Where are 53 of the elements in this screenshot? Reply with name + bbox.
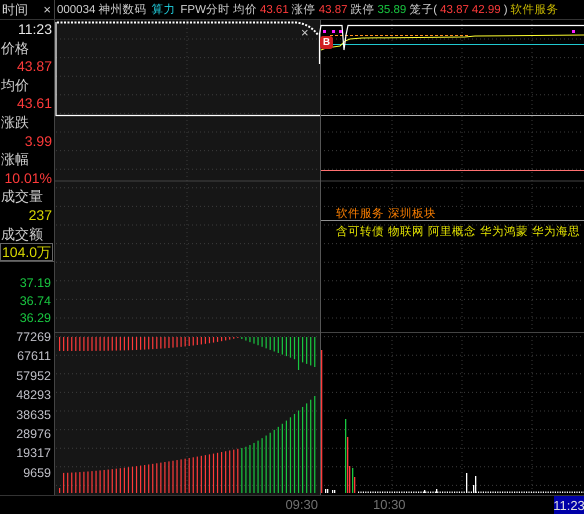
stock-code: 000034 [57,4,96,16]
cage-value: 43.87 [440,4,469,16]
time-label: 10:30 [373,497,406,512]
price-axis-label: 36.29 [18,310,52,327]
volume-axis-label: 19317 [15,445,52,462]
volume-axis-label: 67611 [16,348,52,366]
concept-tag: 华为鸿蒙 [480,224,528,239]
quote-value: 35.89 [378,4,406,16]
cursor-time-label: 11:23 [554,496,584,514]
sector-tag: 深圳板块 [388,206,436,221]
field-label: 涨幅 [0,150,30,169]
price-axis-label: 37.19 [18,275,52,292]
concept-label: 算力 [151,2,176,17]
volume-axis-label: 38635 [15,406,52,424]
field-value: 237 [28,206,52,223]
field-value: 3.99 [24,132,52,149]
field-value: 104.0万 [0,243,54,262]
volume-axis-label: 9659 [22,464,52,482]
chart-mode-label: FPW分时 [180,2,230,17]
sector-tag: 软件服务 [336,206,384,221]
cage-value: 42.99 [472,4,501,16]
volume-axis-label: 48293 [15,387,52,404]
time-label: 09:30 [285,497,318,512]
panel-title: 时间 [2,0,28,18]
buy-badge: B [320,36,333,49]
volume-axis-label: 77269 [15,329,52,346]
concept-tag: 物联网 [388,224,424,239]
quote-value: 43.61 [260,4,289,16]
cage-suffix: ) [504,4,508,16]
field-value: 43.61 [16,95,52,112]
field-label: 价格 [0,38,30,58]
concept-tag: 华为海思 [532,224,580,239]
quote-label: 跌停 [350,2,374,17]
field-label: 均价 [0,76,30,94]
field-value: 11:23 [18,21,52,37]
volume-axis-label: 28976 [15,426,52,444]
stock-name: 神州数码 [98,2,146,17]
close-button[interactable]: × [43,3,51,16]
field-label: 成交额 [0,224,44,244]
sector-label: 软件服务 [510,2,559,17]
cage-label: 笼子( [409,2,438,17]
price-axis-label: 36.74 [18,292,52,310]
field-value: 10.01% [4,170,52,186]
field-value: 43.87 [16,58,52,74]
close-button[interactable]: × [301,26,309,39]
quote-label: 涨停 [292,2,316,17]
quote-value: 43.87 [318,4,348,16]
concept-tag: 含可转债 [336,224,384,239]
field-label: 涨跌 [0,112,30,132]
volume-axis-label: 57952 [15,368,52,385]
quote-label: 均价 [232,2,257,17]
concept-tag: 阿里概念 [428,224,476,239]
field-label: 成交量 [0,187,44,206]
